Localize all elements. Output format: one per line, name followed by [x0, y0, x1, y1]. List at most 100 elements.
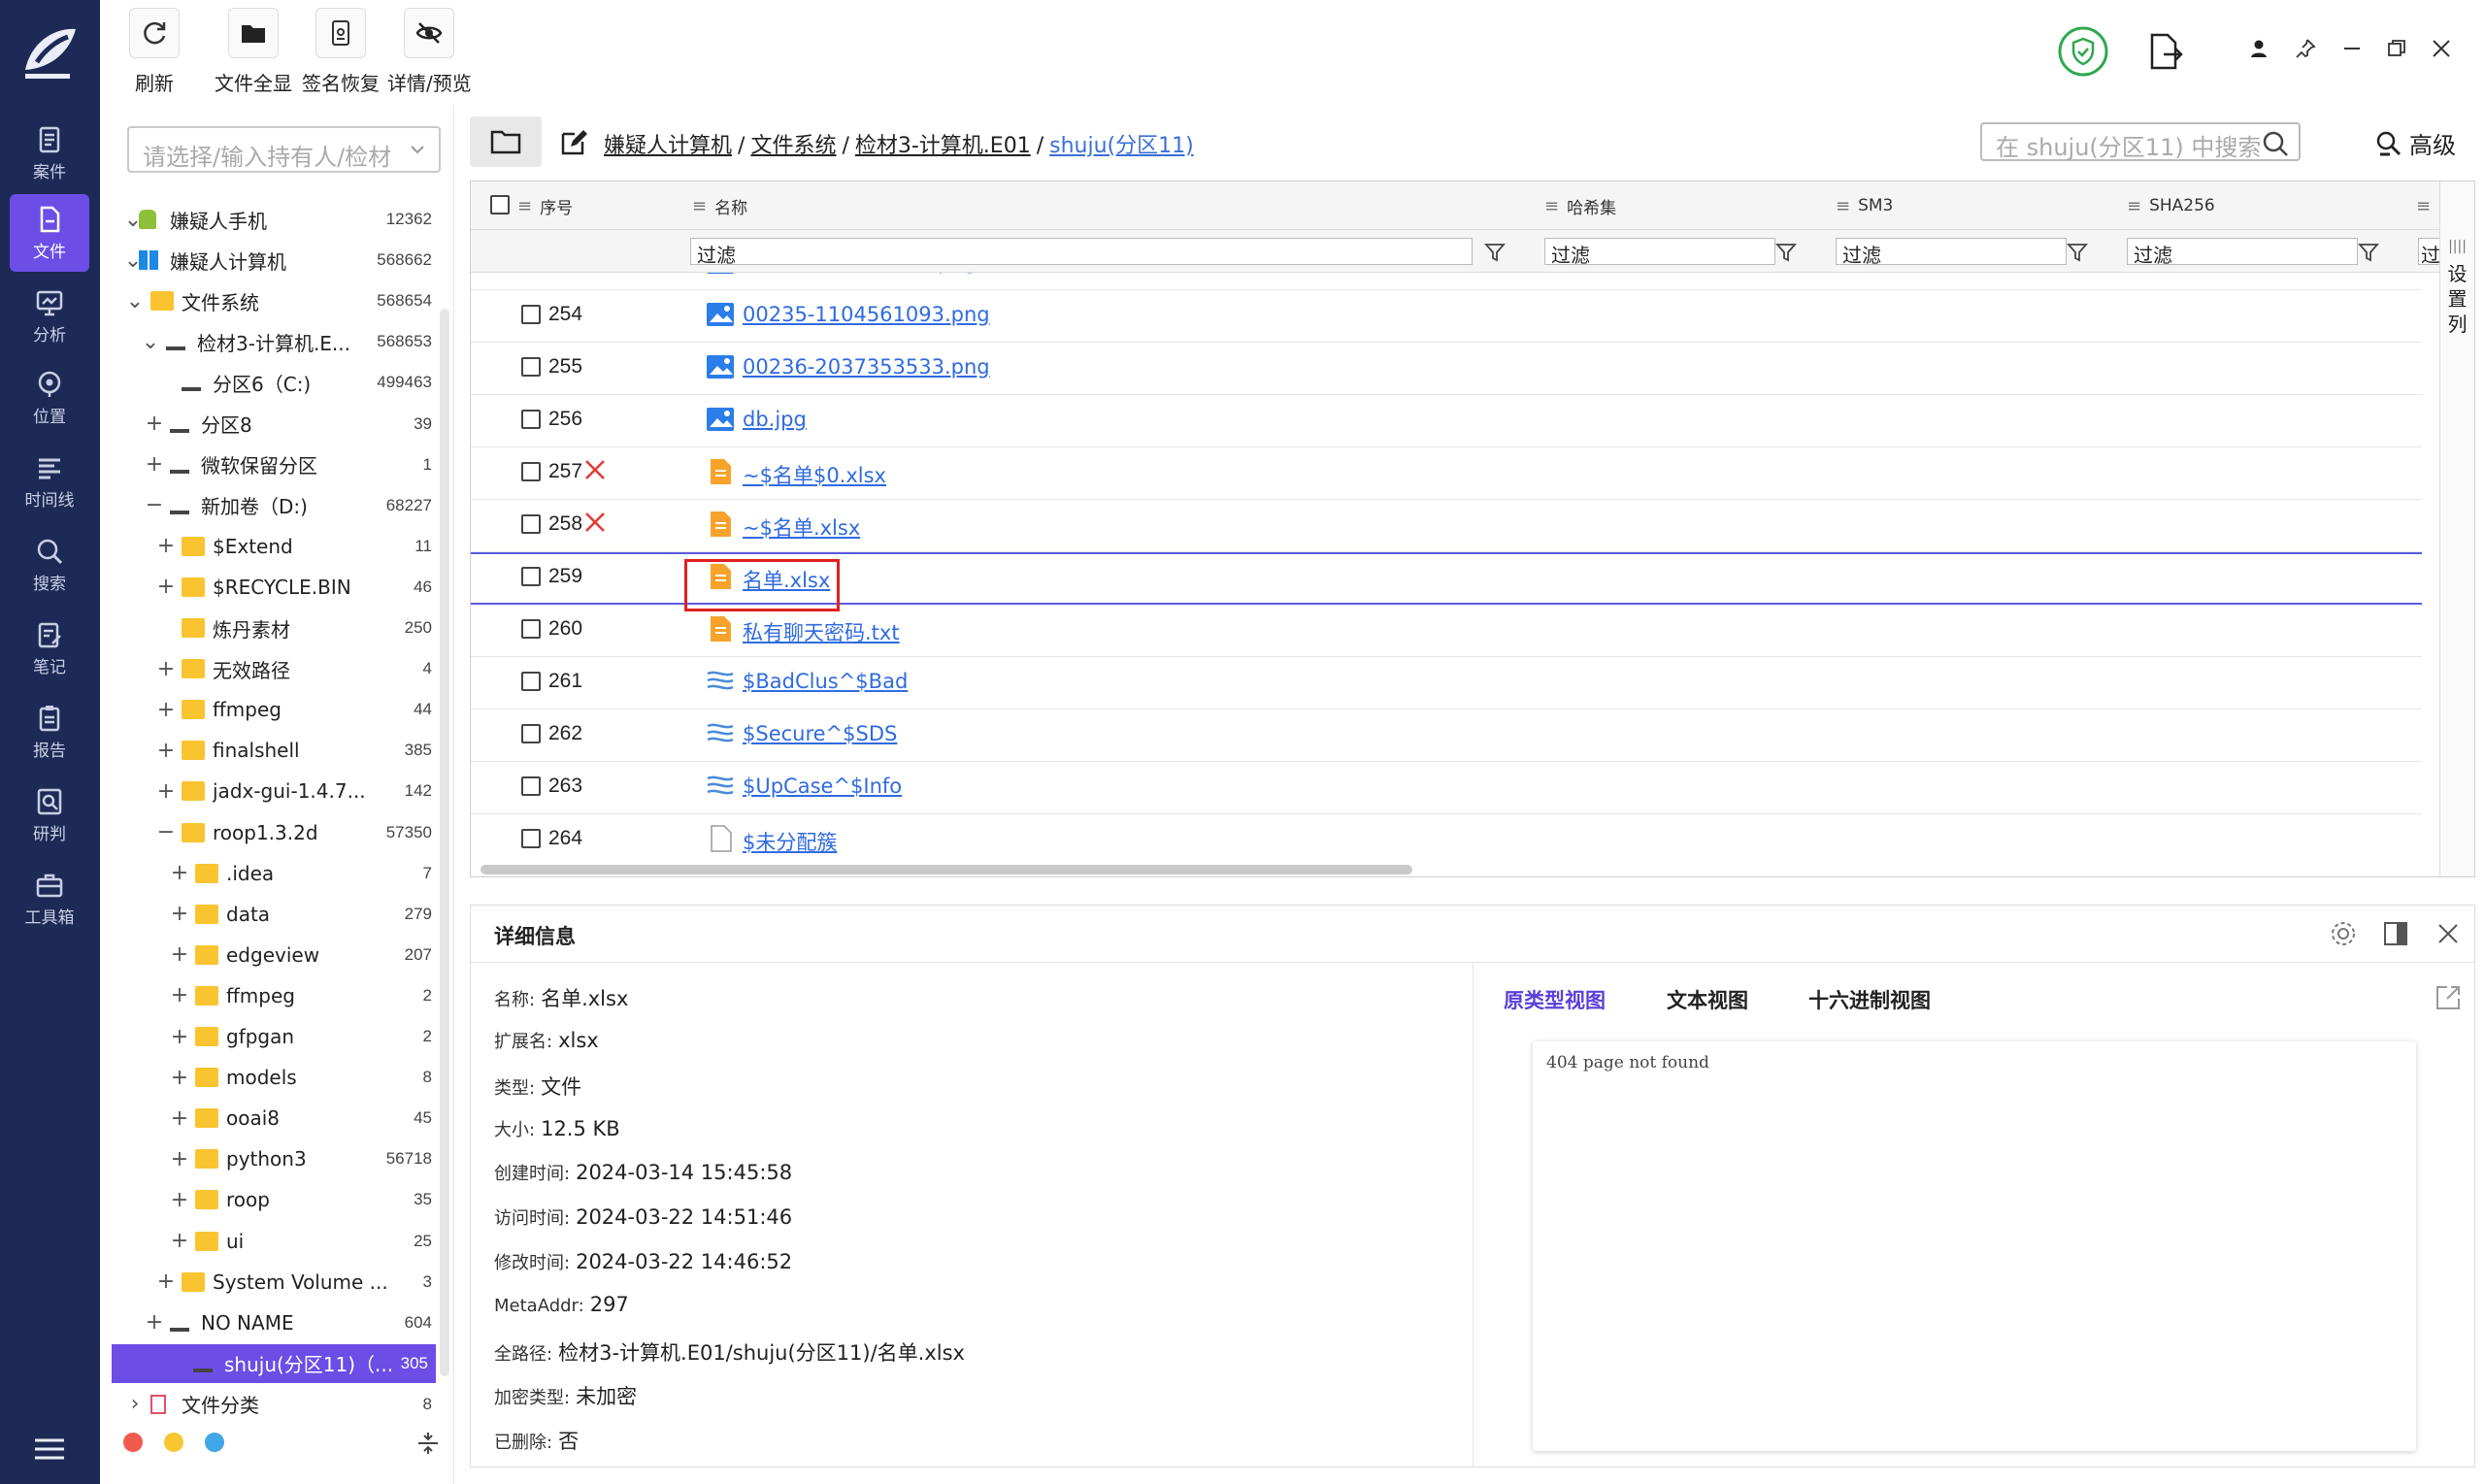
tree-node[interactable]: + ui 25	[100, 1222, 440, 1261]
nav-item-case[interactable]: 案件	[10, 115, 89, 192]
filter-icon[interactable]	[1775, 242, 1797, 263]
file-name-link[interactable]: 00234-939766125.png	[743, 273, 977, 274]
tree-node[interactable]: + models 8	[100, 1058, 440, 1097]
expand-toggle-icon[interactable]: +	[170, 1147, 189, 1171]
split-view-icon[interactable]	[2381, 919, 2410, 948]
table-row[interactable]: 255 00236-2037353533.png	[471, 343, 2422, 395]
tree-node[interactable]: + ffmpeg 44	[100, 690, 440, 729]
row-checkbox[interactable]	[521, 619, 541, 639]
file-name-link[interactable]: db.jpg	[743, 408, 807, 431]
column-header-sm3[interactable]: ≡ SM3	[1836, 181, 1893, 230]
table-row[interactable]: 253 00234-939766125.png	[471, 273, 2422, 290]
table-row[interactable]: 256 db.jpg	[471, 395, 2422, 447]
tree-node[interactable]: + NO NAME 604	[100, 1303, 440, 1342]
row-checkbox[interactable]	[521, 514, 541, 534]
file-name-link[interactable]: 00236-2037353533.png	[743, 355, 990, 379]
tree-node[interactable]: + 分区8 39	[100, 405, 440, 444]
tree-node[interactable]: + data 279	[100, 895, 440, 934]
filter-icon[interactable]	[2067, 242, 2088, 263]
nav-item-timeline[interactable]: 时间线	[10, 443, 89, 520]
restore-button[interactable]	[2379, 31, 2414, 66]
tree-node[interactable]: + 微软保留分区 1	[100, 445, 440, 484]
tab-native-view[interactable]: 原类型视图	[1504, 985, 1606, 1014]
filter-icon[interactable]	[2358, 242, 2379, 263]
row-checkbox[interactable]	[521, 305, 541, 324]
folder-search-input[interactable]: 在 shuju(分区11) 中搜索	[1980, 122, 2301, 161]
holder-search-input[interactable]: 请选择/输入持有人/检材	[127, 126, 441, 173]
collapse-toggle-icon[interactable]: ⌄	[125, 289, 145, 313]
table-row[interactable]: 261 $BadClus^$Bad	[471, 657, 2422, 709]
tree-node[interactable]: 分区6（C:) 499463	[100, 363, 440, 402]
gear-icon[interactable]	[2329, 919, 2358, 948]
tree-node[interactable]: ⌄ 文件系统 568654	[100, 281, 440, 320]
tree-node[interactable]: ⌄ 嫌疑人计算机 568662	[100, 241, 440, 280]
row-checkbox[interactable]	[521, 410, 541, 429]
expand-toggle-icon[interactable]: +	[170, 1188, 189, 1212]
row-checkbox[interactable]	[521, 724, 541, 743]
collapse-expand-icon[interactable]	[416, 1431, 440, 1456]
table-row[interactable]: 258 ~$名单.xlsx	[471, 500, 2422, 552]
expand-toggle-icon[interactable]: +	[145, 452, 164, 477]
yellow-dot-icon[interactable]	[164, 1433, 183, 1452]
file-name-link[interactable]: 私有聊天密码.txt	[743, 617, 900, 646]
table-row[interactable]: 263 $UpCase^$Info	[471, 762, 2422, 814]
breadcrumb-item[interactable]: 检材3-计算机.E01	[855, 134, 1031, 158]
row-checkbox[interactable]	[521, 567, 541, 586]
tree-node[interactable]: + ooai8 45	[100, 1099, 440, 1138]
tree-node[interactable]: 炼丹素材 250	[100, 609, 440, 647]
name-filter-input[interactable]: 过滤	[690, 238, 1473, 267]
blue-dot-icon[interactable]	[205, 1433, 224, 1452]
expand-toggle-icon[interactable]: +	[170, 942, 189, 967]
show-all-files-button[interactable]: 文件全显	[215, 8, 292, 96]
tree-node[interactable]: − 新加卷（D:) 68227	[100, 486, 440, 525]
file-name-link[interactable]: ~$名单$0.xlsx	[743, 460, 886, 489]
expand-toggle-icon[interactable]: +	[145, 1310, 164, 1335]
select-all-checkbox[interactable]	[490, 195, 510, 214]
collapse-toggle-icon[interactable]: −	[145, 493, 164, 517]
breadcrumb-item[interactable]: 文件系统	[750, 134, 836, 158]
file-name-link[interactable]: 00235-1104561093.png	[743, 303, 990, 326]
expand-toggle-icon[interactable]: +	[170, 861, 189, 885]
nav-item-report[interactable]: 报告	[10, 693, 89, 771]
tree-node[interactable]: − roop1.3.2d 57350	[100, 813, 440, 852]
file-name-link[interactable]: $Secure^$SDS	[743, 722, 897, 745]
table-row[interactable]: 254 00235-1104561093.png	[471, 290, 2422, 343]
tree-node[interactable]: + finalshell 385	[100, 731, 440, 770]
breadcrumb-item[interactable]: 嫌疑人计算机	[604, 134, 732, 158]
collapse-toggle-icon[interactable]: −	[156, 820, 176, 844]
tab-text-view[interactable]: 文本视图	[1667, 985, 1748, 1014]
table-row[interactable]: 262 $Secure^$SDS	[471, 709, 2422, 762]
expand-toggle-icon[interactable]: +	[156, 739, 176, 763]
row-checkbox[interactable]	[521, 829, 541, 848]
collapse-toggle-icon[interactable]: ›	[125, 1392, 145, 1416]
tree-node[interactable]: shuju(分区11)（... 305	[112, 1343, 436, 1383]
tree-node[interactable]: ⌄ 检材3-计算机.E... 568653	[100, 322, 440, 361]
tree-node[interactable]: + jadx-gui-1.4.7... 142	[100, 772, 440, 810]
hamburger-menu-icon[interactable]	[33, 1436, 66, 1462]
tree-node[interactable]: › 文件分类 8	[100, 1385, 440, 1424]
expand-toggle-icon[interactable]: +	[170, 1229, 189, 1253]
expand-toggle-icon[interactable]: +	[170, 1066, 189, 1090]
tree-node[interactable]: + $Extend 11	[100, 527, 440, 566]
export-file-icon[interactable]	[2148, 33, 2183, 72]
horizontal-scrollbar[interactable]	[480, 865, 1412, 874]
sm3-filter-input[interactable]: 过滤	[1836, 238, 2067, 267]
table-row[interactable]: 264 $未分配簇	[471, 814, 2422, 863]
expand-toggle-icon[interactable]: +	[170, 1025, 189, 1049]
nav-item-judge[interactable]: 研判	[10, 776, 89, 854]
nav-item-file[interactable]: 文件	[10, 194, 89, 272]
column-header-sha256[interactable]: ≡ SHA256	[2127, 181, 2215, 230]
tab-hex-view[interactable]: 十六进制视图	[1808, 985, 1931, 1014]
collapse-toggle-icon[interactable]: ⌄	[141, 330, 160, 354]
expand-toggle-icon[interactable]: +	[170, 902, 189, 926]
hashset-filter-input[interactable]: 过滤	[1544, 238, 1775, 267]
nav-item-search[interactable]: 搜索	[10, 526, 89, 604]
file-name-link[interactable]: ~$名单.xlsx	[743, 512, 860, 542]
column-settings-button[interactable]: |||| 设置列	[2439, 181, 2474, 876]
nav-item-analysis[interactable]: 分析	[10, 278, 89, 355]
expand-toggle-icon[interactable]: +	[170, 1106, 189, 1131]
tree-node[interactable]: + edgeview 207	[100, 936, 440, 974]
minimize-button[interactable]	[2335, 31, 2369, 66]
nav-item-location[interactable]: 位置	[10, 359, 89, 437]
filter-icon[interactable]	[1484, 242, 1506, 263]
